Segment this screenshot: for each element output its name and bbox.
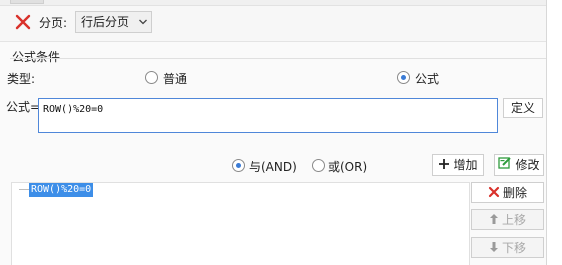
- define-button[interactable]: 定义: [503, 98, 543, 118]
- arrow-up-icon: [489, 211, 499, 231]
- modify-icon: [498, 156, 512, 176]
- type-label: 类型:: [7, 72, 36, 86]
- formula-condition-title: 公式条件: [12, 50, 61, 64]
- radio-or[interactable]: [312, 159, 325, 172]
- tree-connector: [19, 189, 29, 190]
- move-up-button[interactable]: 上移: [471, 209, 544, 230]
- close-icon: [488, 184, 500, 204]
- list-item[interactable]: ROW()%20=0: [29, 183, 94, 197]
- modify-button[interactable]: 修改: [494, 154, 544, 176]
- delete-button[interactable]: 删除: [471, 182, 544, 203]
- add-button[interactable]: 增加: [432, 154, 484, 176]
- toolbar-button-partial[interactable]: [10, 0, 44, 4]
- chevron-down-icon: [138, 12, 148, 40]
- arrow-down-icon: [489, 239, 499, 259]
- right-divider: [546, 0, 547, 265]
- plus-icon: [438, 156, 450, 176]
- page-break-select[interactable]: 行后分页: [75, 11, 152, 33]
- group-divider: [10, 58, 546, 59]
- move-down-button[interactable]: 下移: [471, 237, 544, 258]
- radio-and[interactable]: [232, 159, 245, 172]
- radio-formula[interactable]: [397, 71, 410, 84]
- radio-formula-label: 公式: [415, 72, 440, 86]
- formula-label: 公式=: [6, 100, 41, 114]
- remove-page-break-icon[interactable]: [14, 12, 32, 32]
- delete-button-label: 删除: [502, 186, 527, 200]
- page-break-label: 分页:: [39, 16, 68, 30]
- define-button-label: 定义: [510, 101, 535, 115]
- radio-normal[interactable]: [145, 71, 158, 84]
- formula-input[interactable]: ROW()%20=0: [38, 98, 498, 133]
- formula-input-value: ROW()%20=0: [43, 104, 104, 115]
- radio-or-label: 或(OR): [328, 160, 368, 174]
- move-down-button-label: 下移: [501, 241, 526, 255]
- move-up-button-label: 上移: [501, 213, 526, 227]
- radio-and-label: 与(AND): [249, 160, 297, 174]
- page-break-select-value: 行后分页: [81, 15, 130, 29]
- add-button-label: 增加: [453, 158, 478, 172]
- modify-button-label: 修改: [515, 158, 540, 172]
- radio-normal-label: 普通: [163, 72, 188, 86]
